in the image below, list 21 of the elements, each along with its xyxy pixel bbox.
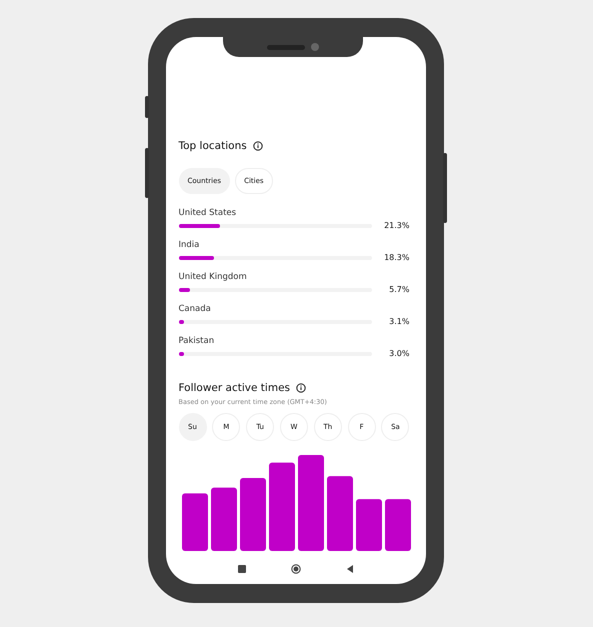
home-icon[interactable] (290, 564, 300, 574)
chart-bar (356, 499, 382, 551)
back-icon[interactable] (344, 564, 354, 574)
chart-bar (182, 493, 208, 551)
info-icon[interactable] (296, 383, 306, 393)
chart-bar (384, 499, 410, 551)
chart-bar (210, 488, 236, 551)
info-icon[interactable] (252, 141, 263, 151)
location-name: Canada (178, 304, 212, 314)
section-title: Top locations (178, 140, 247, 152)
location-name: India (178, 240, 200, 250)
percentage: 3.0% (388, 349, 410, 358)
location-name: United States (178, 208, 238, 218)
recent-apps-icon[interactable] (236, 564, 246, 574)
percentage: 3.1% (388, 317, 410, 326)
location-name: United Kingdom (178, 272, 248, 282)
percentage: 18.3% (383, 253, 410, 262)
location-name: Pakistan (178, 336, 216, 346)
section-title: Follower active times (178, 382, 290, 394)
percentage: 21.3% (383, 221, 410, 230)
percentage: 5.7% (388, 285, 410, 294)
